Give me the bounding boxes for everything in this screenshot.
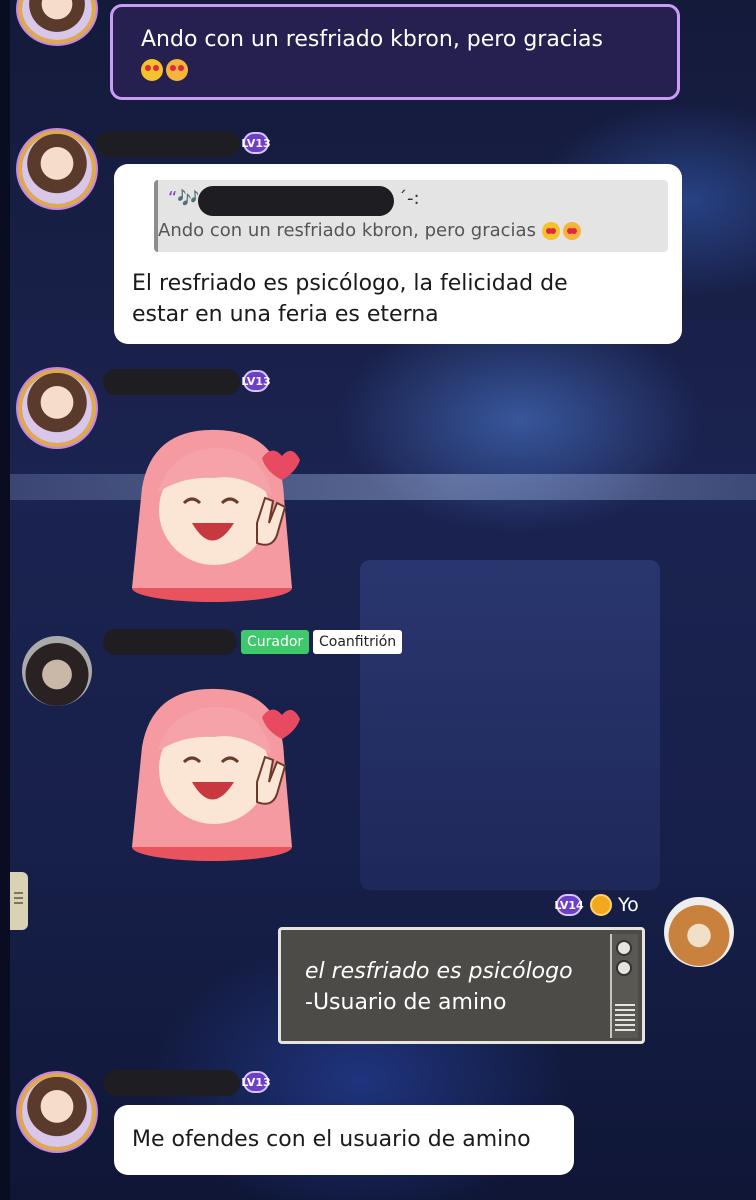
message-text-line1: el resfriado es psicólogo: [305, 959, 573, 984]
username-redacted[interactable]: [96, 131, 240, 157]
username-redacted[interactable]: [103, 629, 237, 655]
knob-icon: [616, 940, 632, 956]
avatar[interactable]: [22, 134, 92, 204]
avatar[interactable]: [22, 373, 92, 443]
message-bubble[interactable]: “🎶 ´-: Ando con un resfriado kbron, pero…: [114, 164, 682, 344]
avatar[interactable]: [22, 636, 92, 706]
sticker-girl-peace-sign[interactable]: [122, 418, 302, 603]
username-redacted[interactable]: [103, 369, 240, 395]
self-username: Yo: [618, 894, 639, 916]
message-text-line1: El resfriado es psicólogo, la felicidad …: [132, 271, 568, 296]
message-text-line2: -Usuario de amino: [305, 990, 507, 1015]
curator-badge: Curador: [241, 630, 310, 654]
smiling-hearts-emoji-icon: [166, 59, 188, 81]
music-note-icon: “🎶: [168, 188, 200, 209]
avatar[interactable]: [22, 1077, 92, 1147]
level-badge: LV13: [241, 132, 271, 154]
knob-icon: [616, 960, 632, 976]
quoted-text: Ando con un resfriado kbron, pero gracia…: [158, 220, 584, 241]
heart-eyes-emoji-icon: [141, 59, 163, 81]
retro-tv-panel: [610, 934, 638, 1038]
message-text: Me ofendes con el usuario de amino: [132, 1127, 531, 1152]
coin-icon: [590, 894, 612, 916]
message-bubble-self[interactable]: el resfriado es psicólogo -Usuario de am…: [278, 927, 645, 1044]
message-text-line2: estar en una feria es eterna: [132, 302, 439, 327]
heart-eyes-emoji-icon: [541, 222, 560, 240]
level-badge: LV13: [241, 370, 271, 392]
sticker-girl-peace-sign[interactable]: [122, 677, 302, 862]
username-redacted[interactable]: [103, 1070, 240, 1096]
speaker-grill-icon: [615, 1004, 635, 1032]
menu-handle-icon[interactable]: [10, 872, 28, 930]
level-badge: LV14: [554, 894, 584, 916]
quoted-message[interactable]: “🎶 ´-: Ando con un resfriado kbron, pero…: [154, 180, 668, 252]
cohost-badge: Coanfitrión: [313, 630, 403, 654]
avatar[interactable]: [664, 897, 734, 967]
smiling-hearts-emoji-icon: [562, 222, 581, 240]
message-bubble[interactable]: Me ofendes con el usuario de amino: [114, 1105, 574, 1175]
message-bubble-top[interactable]: Ando con un resfriado kbron, pero gracia…: [110, 4, 680, 100]
message-text: Ando con un resfriado kbron, pero gracia…: [141, 27, 603, 52]
level-badge: LV13: [241, 1071, 271, 1093]
quoted-username-redacted: [198, 186, 394, 216]
quoted-name-suffix: ´-:: [398, 188, 420, 209]
quoted-text-content: Ando con un resfriado kbron, pero gracia…: [158, 220, 536, 241]
